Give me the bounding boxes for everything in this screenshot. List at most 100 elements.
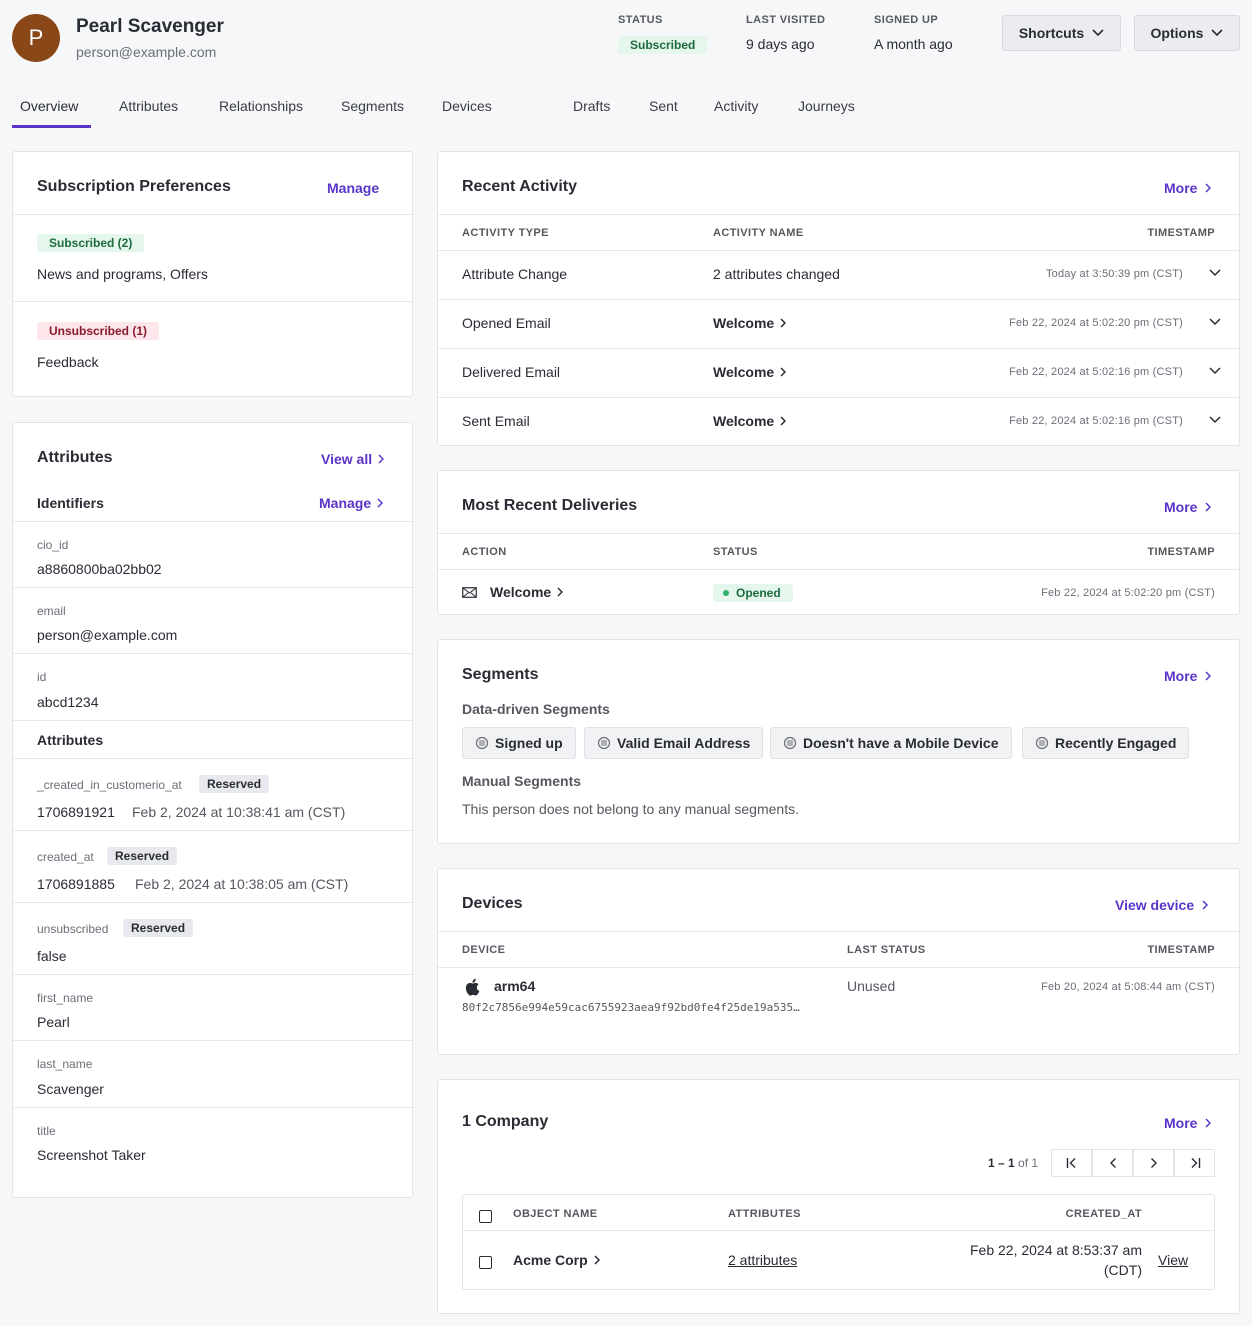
recent-activity-title: Recent Activity <box>462 178 577 195</box>
subscription-preferences-card: Subscription Preferences Manage Subscrib… <box>12 151 413 397</box>
tab-activity[interactable]: Activity <box>714 86 758 128</box>
tab-attributes[interactable]: Attributes <box>119 86 178 128</box>
delivery-action-link[interactable]: Welcome <box>490 584 564 600</box>
activity-name: Welcome <box>713 413 775 429</box>
companies-more-link[interactable]: More <box>1164 1115 1212 1131</box>
attr-value-created-at: 1706891885 <box>37 876 115 892</box>
identifiers-manage-label: Manage <box>319 495 372 511</box>
tab-journeys[interactable]: Journeys <box>798 86 855 128</box>
companies-table: OBJECT NAME ATTRIBUTES CREATED_AT Acme C… <box>462 1194 1215 1290</box>
deliveries-more-link[interactable]: More <box>1164 499 1212 515</box>
attr-key-cio-id: cio_id <box>37 538 69 552</box>
col-timestamp: TIMESTAMP <box>1147 546 1215 558</box>
devices-card: Devices View device DEVICE LAST STATUS T… <box>437 868 1240 1055</box>
chevron-right-icon <box>1205 502 1212 512</box>
activity-type: Attribute Change <box>462 266 568 282</box>
tab-segments[interactable]: Segments <box>341 86 404 128</box>
activity-name-link[interactable]: Welcome <box>713 413 787 429</box>
segment-label: Signed up <box>495 735 563 751</box>
company-attributes-link[interactable]: 2 attributes <box>728 1252 797 1268</box>
delivery-status: Opened <box>736 586 781 600</box>
chevron-right-icon <box>1202 900 1209 910</box>
segment-chip[interactable]: Valid Email Address <box>584 727 764 759</box>
subscription-title: Subscription Preferences <box>37 178 231 195</box>
activity-name-link[interactable]: Welcome <box>713 364 787 380</box>
attr-key-created-at: created_at <box>37 850 94 864</box>
pagination-summary: 1 – 1 of 1 <box>988 1156 1038 1170</box>
tab-sent[interactable]: Sent <box>649 86 678 128</box>
chevron-down-icon[interactable] <box>1209 318 1221 326</box>
shortcuts-button[interactable]: Shortcuts <box>1002 15 1121 51</box>
options-label: Options <box>1150 25 1204 41</box>
delivery-timestamp: Feb 22, 2024 at 5:02:20 pm (CST) <box>1041 587 1215 599</box>
col-action: ACTION <box>462 546 507 558</box>
status-badge: Subscribed <box>618 36 708 54</box>
col-status: STATUS <box>713 546 758 558</box>
activity-type: Delivered Email <box>462 364 561 380</box>
attr-value-cio-id: a8860800ba02bb02 <box>37 561 162 577</box>
device-status: Unused <box>847 978 896 994</box>
attr-key-unsubscribed: unsubscribed <box>37 922 109 936</box>
status-dot-icon <box>723 590 729 596</box>
segment-chip[interactable]: Signed up <box>462 727 576 759</box>
device-token: 80f2c7856e994e59cac6755923aea9f92bd0fe4f… <box>462 1001 800 1014</box>
first-page-icon[interactable] <box>1051 1149 1092 1177</box>
view-all-link[interactable]: View all <box>321 451 385 467</box>
identifiers-manage-link[interactable]: Manage <box>319 495 384 511</box>
activity-timestamp: Feb 22, 2024 at 5:02:16 pm (CST) <box>1009 366 1183 378</box>
view-device-link[interactable]: View device <box>1115 897 1209 913</box>
company-view-link[interactable]: View <box>1158 1252 1188 1268</box>
company-name: Acme Corp <box>513 1252 588 1268</box>
data-driven-segments-title: Data-driven Segments <box>462 701 610 717</box>
view-device-label: View device <box>1115 897 1195 913</box>
previous-page-icon[interactable] <box>1092 1149 1133 1177</box>
segment-chip[interactable]: Recently Engaged <box>1022 727 1190 759</box>
segment-label: Doesn't have a Mobile Device <box>803 735 999 751</box>
segment-label: Valid Email Address <box>617 735 751 751</box>
chevron-right-icon <box>780 416 787 426</box>
attr-value-email: person@example.com <box>37 627 178 643</box>
manual-segments-empty: This person does not belong to any manua… <box>462 801 799 817</box>
subscription-manage-link[interactable]: Manage <box>327 180 379 196</box>
chevron-down-icon[interactable] <box>1209 416 1221 424</box>
companies-title: 1 Company <box>462 1113 549 1130</box>
select-all-checkbox[interactable] <box>479 1210 492 1223</box>
segments-title: Segments <box>462 666 539 683</box>
signed-up-value: A month ago <box>874 36 953 52</box>
chevron-right-icon <box>378 454 385 464</box>
devices-title: Devices <box>462 895 523 912</box>
activity-type: Opened Email <box>462 315 551 331</box>
last-page-icon[interactable] <box>1174 1149 1215 1177</box>
device-name: arm64 <box>494 978 536 994</box>
reserved-badge: Reserved <box>107 847 178 865</box>
reserved-badge: Reserved <box>123 919 194 937</box>
next-page-icon[interactable] <box>1133 1149 1174 1177</box>
chevron-right-icon <box>1205 671 1212 681</box>
attr-value-title: Screenshot Taker <box>37 1147 146 1163</box>
envelope-icon <box>462 587 477 598</box>
tab-overview[interactable]: Overview <box>12 86 91 128</box>
col-object-name: OBJECT NAME <box>513 1208 598 1220</box>
device-timestamp: Feb 20, 2024 at 5:08:44 am (CST) <box>1041 981 1215 993</box>
tab-drafts[interactable]: Drafts <box>573 86 610 128</box>
chevron-right-icon <box>780 318 787 328</box>
segment-chip[interactable]: Doesn't have a Mobile Device <box>770 727 1012 759</box>
activity-timestamp: Feb 22, 2024 at 5:02:20 pm (CST) <box>1009 317 1183 329</box>
segment-label: Recently Engaged <box>1055 735 1177 751</box>
pagination-range: 1 – 1 <box>988 1156 1015 1170</box>
row-checkbox[interactable] <box>479 1256 492 1269</box>
segments-more-link[interactable]: More <box>1164 668 1212 684</box>
options-button[interactable]: Options <box>1134 15 1240 51</box>
recent-activity-more-link[interactable]: More <box>1164 180 1212 196</box>
attr-detail-created-at: Feb 2, 2024 at 10:38:05 am (CST) <box>135 876 349 892</box>
created-at-date: Feb 22, 2024 at 8:53:37 am <box>969 1242 1142 1258</box>
chevron-down-icon[interactable] <box>1209 367 1221 375</box>
activity-name-link[interactable]: Welcome <box>713 315 787 331</box>
pagination-total: of 1 <box>1018 1156 1039 1170</box>
tab-relationships[interactable]: Relationships <box>219 86 303 128</box>
chevron-down-icon[interactable] <box>1209 269 1221 277</box>
profile-header: P Pearl Scavenger person@example.com STA… <box>0 0 1252 80</box>
attr-value-first-name: Pearl <box>37 1014 70 1030</box>
company-name-link[interactable]: Acme Corp <box>513 1252 600 1268</box>
tab-devices[interactable]: Devices <box>442 86 492 128</box>
